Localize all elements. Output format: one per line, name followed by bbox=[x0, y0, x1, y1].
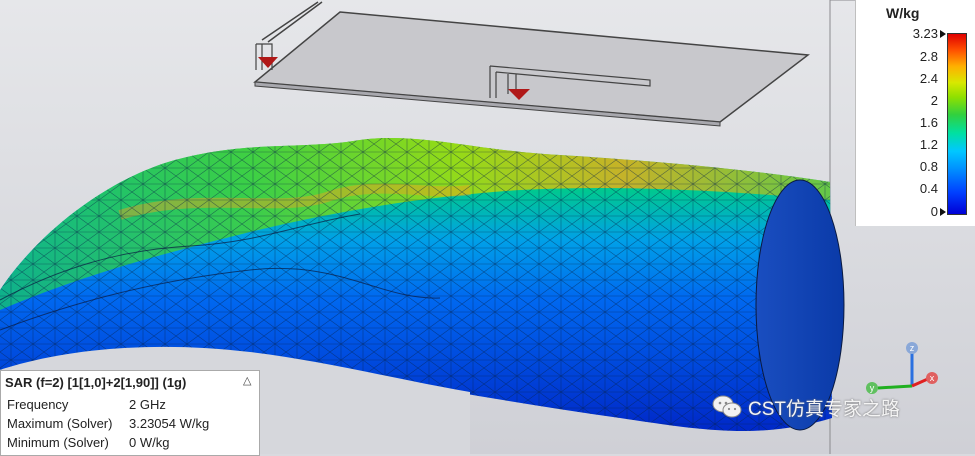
axis-z-label: z bbox=[910, 343, 915, 353]
wechat-icon bbox=[712, 394, 742, 420]
watermark: CST仿真专家之路 bbox=[712, 392, 900, 422]
watermark-text: CST仿真专家之路 bbox=[748, 398, 901, 420]
color-legend: W/kg 3.23 2.8 2.4 2 1.6 1.2 0.8 0.4 0 bbox=[855, 0, 975, 226]
legend-tick: 2.8 bbox=[919, 49, 938, 64]
legend-tick: 0 bbox=[930, 204, 938, 219]
legend-tick: 1.2 bbox=[919, 137, 938, 152]
legend-min-arrow-icon bbox=[940, 208, 946, 216]
chevron-up-icon[interactable]: △ bbox=[243, 374, 251, 387]
info-value: 2 GHz bbox=[129, 397, 166, 412]
info-label: Minimum (Solver) bbox=[7, 435, 109, 450]
axis-x-label: x bbox=[930, 373, 935, 383]
legend-max-arrow-icon bbox=[940, 30, 946, 38]
legend-tick: 0.8 bbox=[919, 159, 938, 174]
result-info-panel: SAR (f=2) [1[1,0]+2[1,90]] (1g) △ Freque… bbox=[0, 370, 260, 456]
legend-tick: 0.4 bbox=[919, 181, 938, 196]
legend-tick: 3.23 bbox=[912, 26, 938, 41]
info-value: 0 W/kg bbox=[129, 435, 170, 450]
legend-tick: 2.4 bbox=[919, 71, 938, 86]
legend-unit: W/kg bbox=[886, 5, 920, 21]
result-title: SAR (f=2) [1[1,0]+2[1,90]] (1g) bbox=[5, 375, 187, 390]
legend-color-bar bbox=[947, 33, 967, 215]
info-value: 3.23054 W/kg bbox=[129, 416, 210, 431]
legend-tick: 1.6 bbox=[919, 115, 938, 130]
info-label: Frequency bbox=[7, 397, 69, 412]
info-label: Maximum (Solver) bbox=[7, 416, 113, 431]
legend-tick: 2 bbox=[930, 93, 938, 108]
